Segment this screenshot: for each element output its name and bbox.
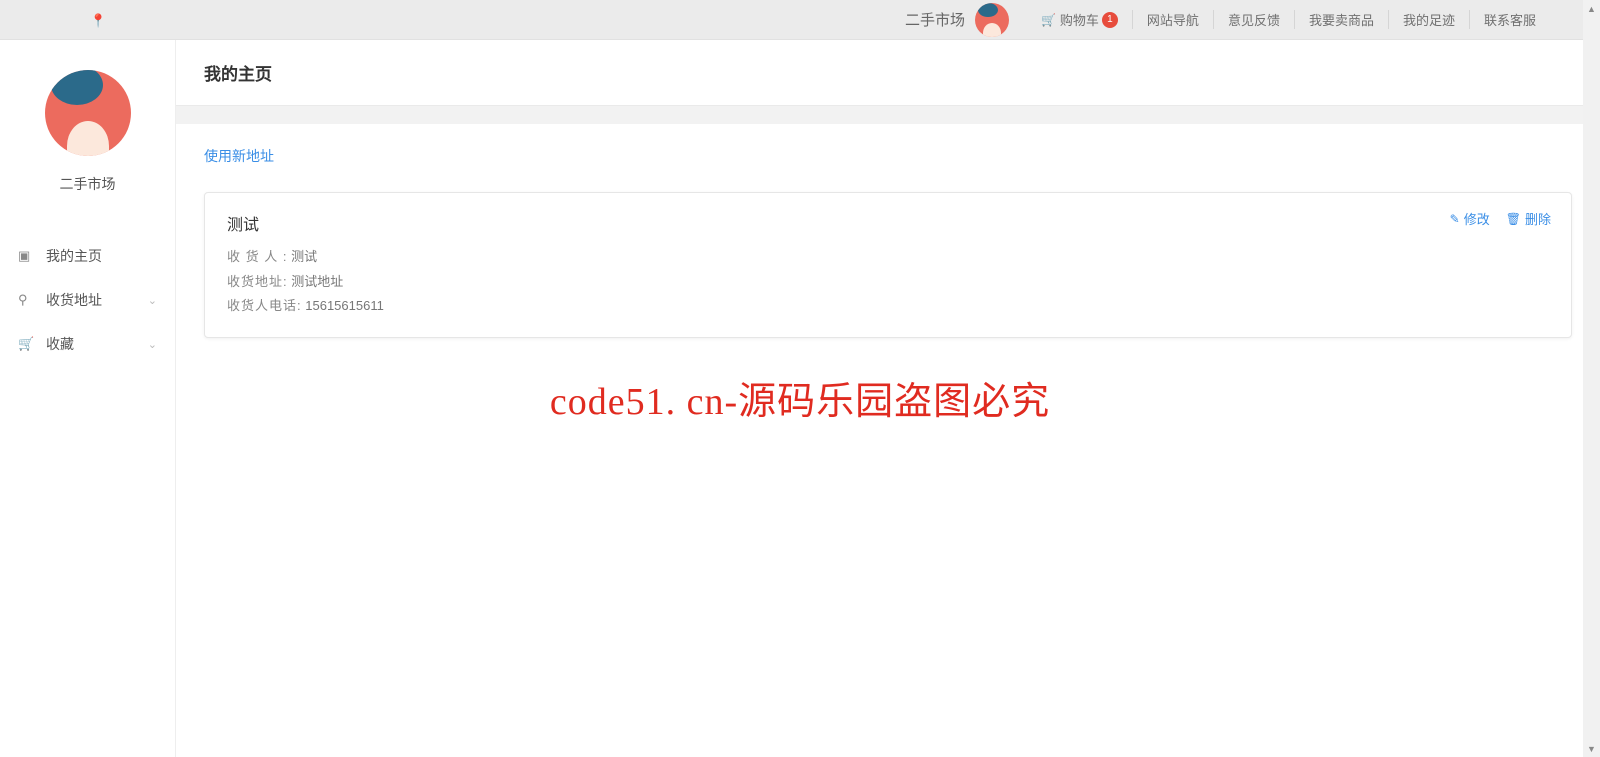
sidebar-item-label: 收藏 — [46, 334, 74, 354]
nav-sell[interactable]: 我要卖商品 — [1295, 10, 1389, 29]
avatar-small[interactable] — [975, 3, 1009, 37]
edit-label: 修改 — [1464, 209, 1490, 228]
sidebar-item-label: 我的主页 — [46, 246, 102, 266]
nav-feedback[interactable]: 意见反馈 — [1214, 10, 1295, 29]
address-title: 测试 — [227, 211, 1549, 235]
content-gap — [176, 106, 1600, 124]
receiver-row: 收 货 人 : 测试 — [227, 245, 1549, 270]
scrollbar[interactable]: ▲ ▼ — [1583, 0, 1600, 757]
layout: 二手市场 ▣ 我的主页 ⚲ 收货地址 ⌄ 🛒 收藏 ⌄ 我的主页 使用新地址 — [0, 40, 1600, 757]
trash-icon: 🗑 — [1506, 212, 1521, 226]
topbar: 📍 二手市场 🛒 购物车 1 网站导航 意见反馈 我要卖商品 我的足迹 联系客服 — [0, 0, 1600, 40]
sidebar-item-home[interactable]: ▣ 我的主页 — [0, 234, 175, 278]
nav-history[interactable]: 我的足迹 — [1389, 10, 1470, 29]
location-pin-icon[interactable]: 📍 — [90, 13, 106, 28]
cart-icon: 🛒 — [18, 336, 36, 352]
edit-button[interactable]: ✎ 修改 — [1450, 209, 1490, 228]
brand-label[interactable]: 二手市场 — [905, 9, 965, 30]
home-icon: ▣ — [18, 248, 36, 264]
delete-label: 删除 — [1525, 209, 1551, 228]
card-actions: ✎ 修改 🗑 删除 — [1450, 209, 1551, 228]
address-label: 收货地址: — [227, 274, 288, 289]
nav-cart[interactable]: 🛒 购物车 1 — [1027, 10, 1133, 29]
receiver-label: 收 货 人 : — [227, 249, 287, 264]
pin-icon: ⚲ — [18, 292, 36, 308]
address-row: 收货地址: 测试地址 — [227, 270, 1549, 295]
nav-support[interactable]: 联系客服 — [1470, 10, 1550, 29]
receiver-value: 测试 — [291, 249, 317, 264]
scroll-up-icon[interactable]: ▲ — [1583, 0, 1600, 17]
main-content: 我的主页 使用新地址 ✎ 修改 🗑 删除 测试 收 货 — [176, 40, 1600, 757]
phone-row: 收货人电话: 15615615611 — [227, 294, 1549, 319]
topbar-right: 二手市场 🛒 购物车 1 网站导航 意见反馈 我要卖商品 我的足迹 联系客服 — [905, 3, 1580, 37]
scroll-down-icon[interactable]: ▼ — [1583, 740, 1600, 757]
new-address-link[interactable]: 使用新地址 — [204, 148, 274, 164]
cart-icon: 🛒 — [1041, 13, 1056, 27]
pencil-icon: ✎ — [1450, 212, 1460, 226]
sidebar-item-label: 收货地址 — [46, 290, 102, 310]
delete-button[interactable]: 🗑 删除 — [1506, 209, 1551, 228]
page-title: 我的主页 — [204, 60, 1572, 85]
cart-badge: 1 — [1102, 12, 1118, 28]
topbar-left: 📍 — [90, 12, 106, 30]
sidebar-item-favorites[interactable]: 🛒 收藏 ⌄ — [0, 322, 175, 366]
content: 使用新地址 ✎ 修改 🗑 删除 测试 收 货 人 : 测试 — [176, 124, 1600, 360]
page-header: 我的主页 — [176, 40, 1600, 106]
chevron-down-icon: ⌄ — [148, 338, 157, 351]
sidebar: 二手市场 ▣ 我的主页 ⚲ 收货地址 ⌄ 🛒 收藏 ⌄ — [0, 40, 176, 757]
address-card: ✎ 修改 🗑 删除 测试 收 货 人 : 测试 收货地址: 测试地址 — [204, 192, 1572, 338]
chevron-down-icon: ⌄ — [148, 294, 157, 307]
sidebar-username: 二手市场 — [0, 174, 175, 194]
nav-sitemap[interactable]: 网站导航 — [1133, 10, 1214, 29]
phone-label: 收货人电话: — [227, 298, 302, 313]
address-value: 测试地址 — [291, 274, 343, 289]
avatar-large[interactable] — [45, 70, 131, 156]
sidebar-item-address[interactable]: ⚲ 收货地址 ⌄ — [0, 278, 175, 322]
cart-label: 购物车 — [1060, 10, 1099, 29]
phone-value: 15615615611 — [305, 298, 384, 313]
